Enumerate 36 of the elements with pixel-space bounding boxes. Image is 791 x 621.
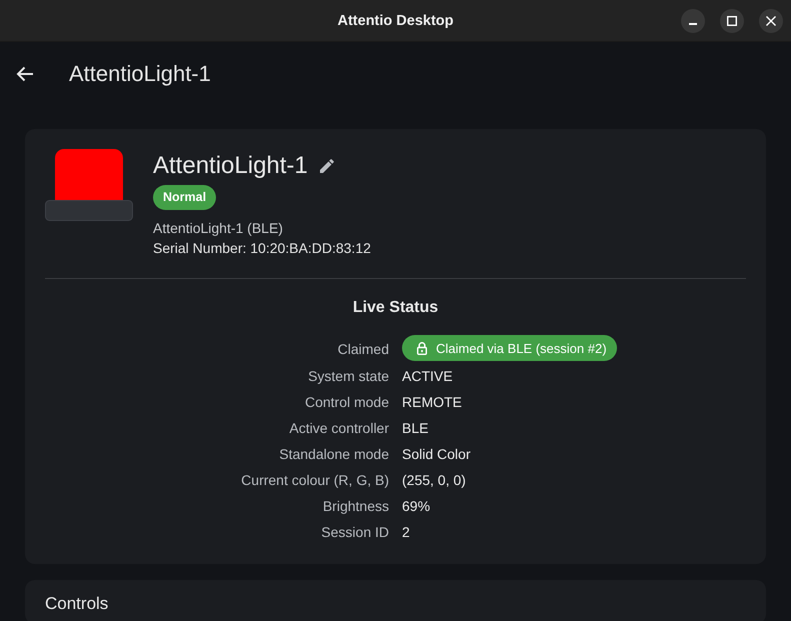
status-label: System state [308,367,389,386]
status-label: Standalone mode [279,445,389,464]
pencil-icon [320,159,334,173]
status-value: Solid Color [402,445,470,464]
status-value: ACTIVE [402,367,453,386]
serial-number: Serial Number: 10:20:BA:DD:83:12 [153,239,371,258]
minimize-button[interactable] [681,9,705,33]
edit-name-button[interactable] [320,159,334,173]
maximize-icon [727,16,737,26]
lock-icon [417,342,427,354]
back-arrow-icon [16,66,34,82]
status-label: Active controller [289,419,389,438]
status-value: BLE [402,419,428,438]
status-label: Current colour (R, G, B) [241,471,389,490]
status-value: REMOTE [402,393,462,412]
status-value: (255, 0, 0) [402,471,466,490]
window-title: Attentio Desktop [338,12,454,28]
page-title: AttentioLight-1 [69,60,211,86]
claimed-text: Claimed via BLE (session #2) [436,340,607,356]
section-title: Controls [45,594,108,613]
signal-light-icon [45,149,133,221]
status-label: Brightness [322,497,389,516]
back-button[interactable] [16,66,34,82]
device-name: AttentioLight-1 [153,152,308,180]
status-value: 69% [402,497,430,516]
status-value: 2 [402,523,410,542]
close-button[interactable] [759,9,783,33]
status-label: Claimed [338,340,389,359]
section-title: Live Status [352,298,438,318]
maximize-button[interactable] [720,9,744,33]
minimize-icon [689,23,697,25]
close-icon [766,16,776,26]
status-label: Control mode [304,393,389,412]
status-label: Session ID [321,523,389,542]
status-badge: Normal [153,185,216,210]
device-subtitle: AttentioLight-1 (BLE) [153,219,283,238]
